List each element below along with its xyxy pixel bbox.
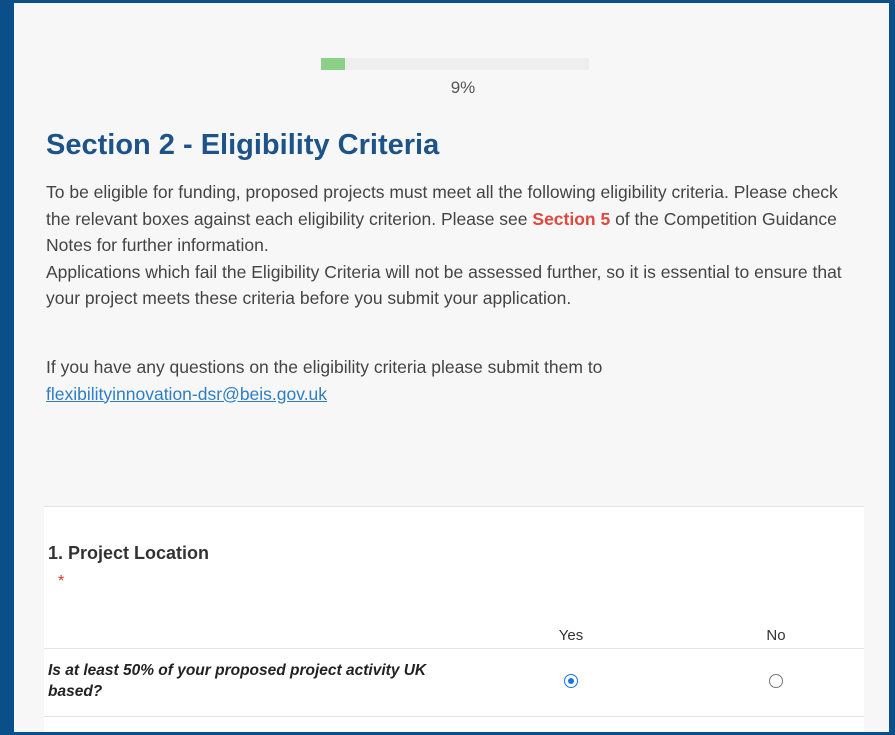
radio-no[interactable]: [769, 674, 783, 688]
section-5-reference: Section 5: [532, 208, 611, 229]
survey-frame: 9% Section 2 - Eligibility Criteria To b…: [0, 0, 895, 735]
column-header-no: No: [766, 627, 786, 644]
section-description: To be eligible for funding, proposed pro…: [46, 179, 866, 312]
progress-bar-fill: [321, 58, 346, 70]
progress-indicator: 9%: [321, 58, 589, 97]
progress-bar-track: [321, 58, 589, 70]
contact-info: If you have any questions on the eligibi…: [46, 354, 866, 407]
required-marker: *: [58, 573, 65, 590]
question-title: 1. Project Location: [48, 543, 210, 563]
column-header-yes: Yes: [558, 627, 584, 644]
progress-percentage: 9%: [450, 78, 476, 97]
matrix-header: Yes No: [44, 624, 864, 649]
question-project-location: 1. Project Location * Yes No Is at least…: [44, 506, 864, 732]
section-title: Section 2 - Eligibility Criteria: [46, 129, 440, 161]
radio-yes[interactable]: [564, 674, 578, 688]
intro-paragraph-2: Applications which fail the Eligibility …: [46, 261, 842, 309]
contact-email-link[interactable]: flexibilityinnovation-dsr@beis.gov.uk: [46, 384, 327, 404]
row-question-label: Is at least 50% of your proposed project…: [48, 662, 427, 700]
matrix-row: Is at least 50% of your proposed project…: [44, 649, 864, 717]
intro-paragraph: To be eligible for funding, proposed pro…: [46, 179, 866, 259]
contact-text: If you have any questions on the eligibi…: [46, 357, 603, 377]
